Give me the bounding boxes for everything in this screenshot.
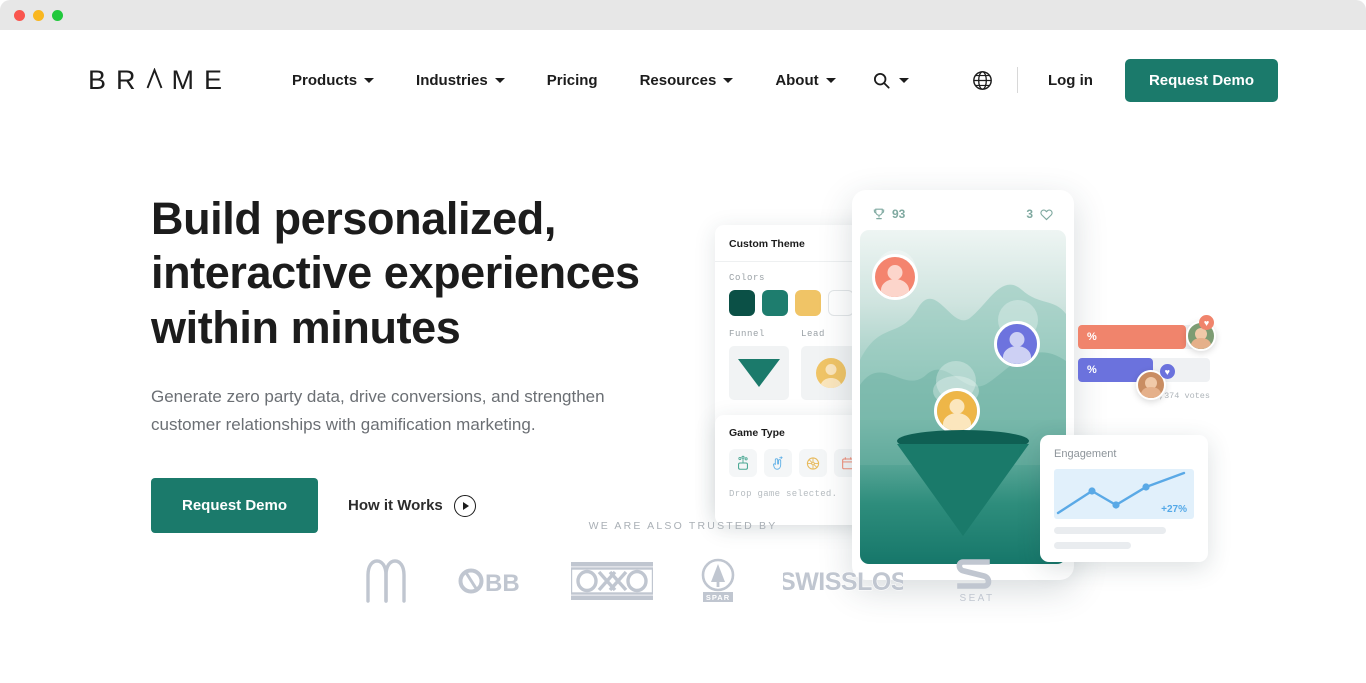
swatch-gold[interactable] bbox=[795, 290, 821, 316]
swatch-dark-green[interactable] bbox=[729, 290, 755, 316]
browser-chrome-bar bbox=[0, 0, 1366, 30]
site-header: B R M E Products Industries Pricing Reso… bbox=[0, 30, 1366, 130]
trophy-count: 93 bbox=[892, 207, 906, 221]
trophy-stat: 93 bbox=[872, 207, 905, 221]
swatch-teal[interactable] bbox=[762, 290, 788, 316]
svg-text:SEAT: SEAT bbox=[960, 593, 995, 604]
chevron-down-icon bbox=[825, 77, 836, 83]
nav-item-about[interactable]: About bbox=[754, 60, 856, 100]
hero-subtitle: Generate zero party data, drive conversi… bbox=[151, 387, 605, 434]
globe-icon bbox=[973, 70, 992, 90]
heart-icon: ♥ bbox=[1199, 315, 1214, 330]
spar-logo: SPAR bbox=[697, 558, 739, 604]
nav-item-pricing[interactable]: Pricing bbox=[526, 60, 619, 100]
nav-item-industries[interactable]: Industries bbox=[395, 60, 526, 100]
brame-logo[interactable]: B R M E bbox=[88, 64, 224, 95]
search-toggle[interactable] bbox=[857, 72, 925, 89]
engagement-title: Engagement bbox=[1054, 448, 1117, 460]
phone-screen bbox=[860, 230, 1066, 564]
play-icon bbox=[453, 494, 476, 517]
slot-machine-icon[interactable] bbox=[729, 449, 757, 477]
poll-percent-1: % bbox=[1087, 331, 1097, 343]
lead-avatar-icon bbox=[816, 358, 846, 388]
nav-label-resources: Resources bbox=[639, 71, 717, 89]
seat-logo: SEAT bbox=[947, 558, 1007, 604]
likes-count: 3 bbox=[1026, 207, 1033, 221]
chevron-down-icon bbox=[494, 77, 505, 83]
mcdonalds-logo bbox=[359, 559, 413, 603]
chevron-down-icon bbox=[898, 77, 909, 83]
poll-row-2: % ♥ bbox=[1078, 358, 1210, 400]
avatar-gold bbox=[934, 388, 980, 434]
poll-results-widget: % ♥ % ♥ 12,374 votes bbox=[1078, 315, 1216, 401]
close-window-button[interactable] bbox=[14, 10, 25, 21]
maximize-window-button[interactable] bbox=[52, 10, 63, 21]
how-it-works-label: How it Works bbox=[348, 497, 443, 515]
heart-icon: ♥ bbox=[1159, 364, 1175, 379]
minimize-window-button[interactable] bbox=[33, 10, 44, 21]
client-logo-row: BB SPAR SWISSLOS SEAT bbox=[0, 558, 1366, 604]
heart-icon bbox=[1040, 209, 1053, 220]
poll-bar-coral: % bbox=[1078, 325, 1187, 349]
poll-percent-2: % bbox=[1087, 364, 1097, 376]
login-link[interactable]: Log in bbox=[1028, 72, 1113, 89]
funnel-label: Funnel bbox=[729, 329, 766, 339]
trusted-by-section: WE ARE ALSO TRUSTED BY BB SPAR SWISSLOS … bbox=[0, 520, 1366, 604]
custom-theme-title: Custom Theme bbox=[715, 225, 875, 262]
window-controls bbox=[14, 10, 63, 21]
avatar-coral bbox=[872, 254, 918, 300]
color-swatches bbox=[729, 290, 861, 316]
wheel-of-fortune-icon[interactable] bbox=[799, 449, 827, 477]
swatch-white[interactable] bbox=[828, 290, 854, 316]
likes-stat: 3 bbox=[1026, 207, 1054, 222]
funnel-preview-tile[interactable] bbox=[729, 346, 789, 400]
poll-row-1: % ♥ bbox=[1078, 315, 1216, 351]
svg-text:SPAR: SPAR bbox=[706, 593, 730, 602]
logo-letter-r: R bbox=[116, 64, 137, 95]
header-actions: Log in Request Demo bbox=[958, 30, 1278, 130]
svg-text:SWISSLOS: SWISSLOS bbox=[783, 568, 903, 596]
engagement-delta: +27% bbox=[1161, 504, 1187, 515]
avatar-purple bbox=[994, 321, 1040, 367]
nav-label-pricing: Pricing bbox=[546, 71, 598, 89]
page-content: B R M E Products Industries Pricing Reso… bbox=[0, 30, 1366, 683]
logo-letter-e: E bbox=[204, 64, 224, 95]
trophy-icon bbox=[873, 208, 885, 220]
svg-text:BB: BB bbox=[485, 570, 520, 596]
page-title: Build personalized, interactive experien… bbox=[151, 193, 640, 353]
chevron-down-icon bbox=[723, 77, 734, 83]
trusted-by-label: WE ARE ALSO TRUSTED BY bbox=[588, 520, 778, 532]
engagement-chart: +27% bbox=[1054, 469, 1194, 519]
colors-label: Colors bbox=[729, 273, 766, 283]
request-demo-button-header[interactable]: Request Demo bbox=[1124, 58, 1278, 102]
swisslos-logo: SWISSLOS bbox=[783, 565, 903, 597]
browser-window: B R M E Products Industries Pricing Reso… bbox=[0, 0, 1366, 683]
swipe-hand-icon[interactable] bbox=[764, 449, 792, 477]
language-selector[interactable] bbox=[958, 70, 1007, 91]
header-divider bbox=[1016, 67, 1018, 93]
main-navigation: Products Industries Pricing Resources Ab… bbox=[271, 60, 925, 100]
hero-text-block: Build personalized, interactive experien… bbox=[151, 192, 711, 534]
oxxo-logo bbox=[571, 562, 653, 600]
nav-item-resources[interactable]: Resources bbox=[619, 60, 755, 100]
search-icon bbox=[873, 72, 890, 89]
obb-logo: BB bbox=[457, 566, 527, 596]
nav-label-about: About bbox=[775, 71, 819, 89]
nav-item-products[interactable]: Products bbox=[271, 60, 395, 100]
logo-letter-m: M bbox=[171, 64, 196, 95]
logo-letter-a bbox=[146, 66, 163, 94]
phone-status-bar: 93 3 bbox=[860, 198, 1066, 230]
logo-letter-b: B bbox=[88, 64, 108, 95]
nav-label-industries: Industries bbox=[416, 71, 488, 89]
chevron-down-icon bbox=[364, 77, 375, 83]
how-it-works-link[interactable]: How it Works bbox=[348, 494, 476, 517]
nav-label-products: Products bbox=[292, 71, 358, 89]
funnel-icon bbox=[738, 359, 780, 387]
